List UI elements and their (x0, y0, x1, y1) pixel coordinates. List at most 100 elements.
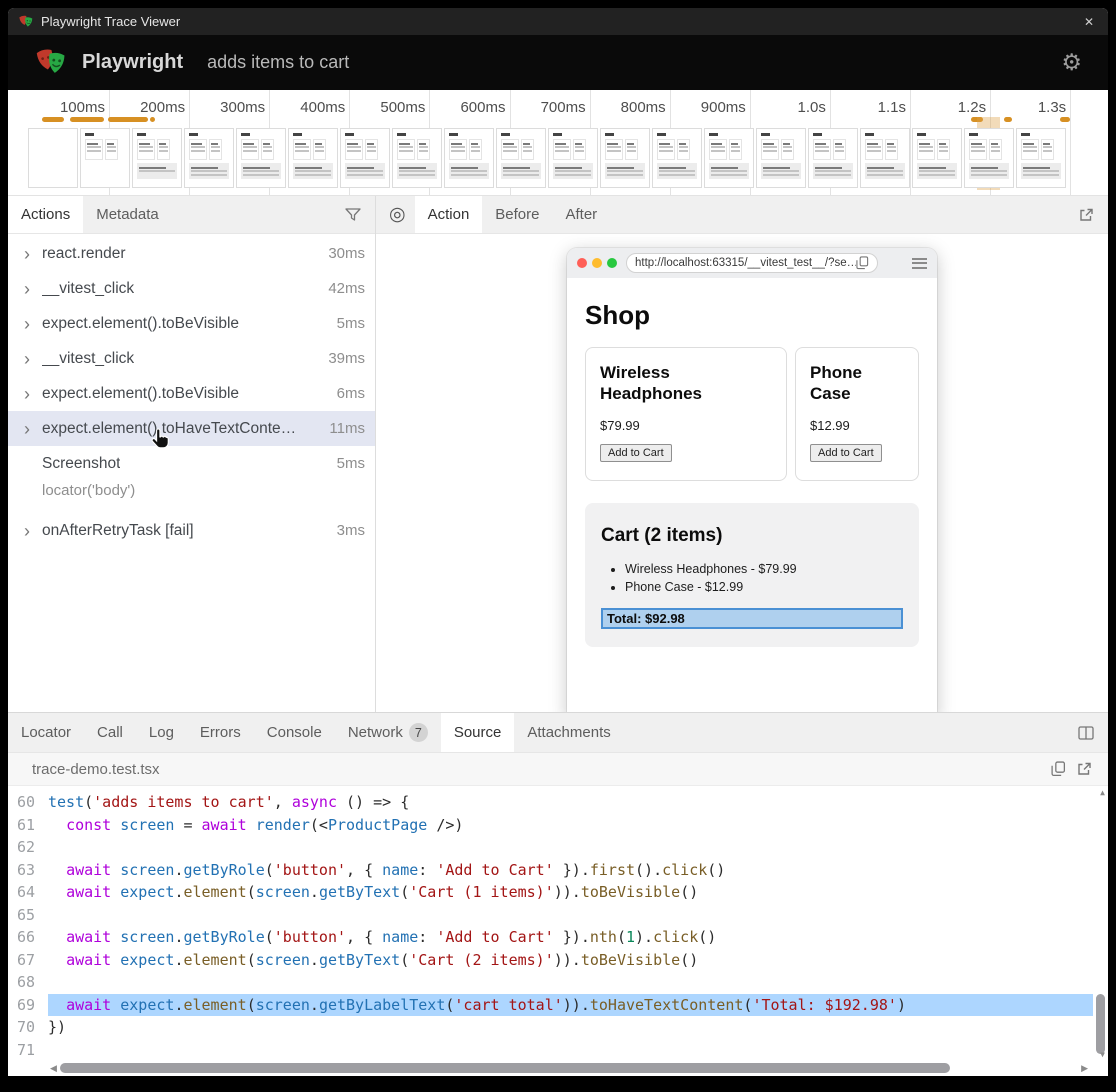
filmstrip-thumbnail[interactable] (340, 128, 390, 188)
filmstrip-thumbnail[interactable] (600, 128, 650, 188)
tab-log[interactable]: Log (136, 713, 187, 752)
filmstrip-thumbnail[interactable] (860, 128, 910, 188)
tab-errors[interactable]: Errors (187, 713, 254, 752)
timeline-duration-bar (70, 117, 104, 122)
tab-action[interactable]: Action (415, 196, 483, 233)
chevron-right-icon: › (24, 315, 40, 333)
timeline-label: 900ms (672, 99, 746, 116)
actions-list: ›react.render30ms›__vitest_click42ms›exp… (8, 234, 375, 548)
action-row-vitest-click[interactable]: ›__vitest_click42ms (8, 271, 375, 306)
tab-before-label: Before (495, 206, 539, 223)
filmstrip-thumbnail[interactable] (548, 128, 598, 188)
line-number: 66 (8, 926, 48, 949)
close-icon[interactable]: ✕ (1080, 15, 1098, 29)
filmstrip-thumbnail[interactable] (288, 128, 338, 188)
timeline-label: 1.1s (832, 99, 906, 116)
filmstrip-thumbnail[interactable] (236, 128, 286, 188)
tab-call[interactable]: Call (84, 713, 136, 752)
action-title: expect.element().toBeVisible (42, 315, 239, 333)
action-row-onafterretrytask-fail[interactable]: ›onAfterRetryTask [fail]3ms (8, 513, 375, 548)
menu-icon[interactable] (912, 258, 927, 269)
tab-before[interactable]: Before (482, 196, 552, 233)
action-row-expect-element-tobevisible[interactable]: ›expect.element().toBeVisible6ms (8, 376, 375, 411)
timeline-label: 1.2s (912, 99, 986, 116)
traffic-light-red-icon (577, 258, 587, 268)
line-number: 69 (8, 994, 48, 1017)
scroll-right-icon[interactable]: ▶ (1081, 1063, 1088, 1074)
product-name: Wireless Headphones (600, 362, 772, 405)
tab-network-label: Network (348, 724, 403, 741)
source-filebar: trace-demo.test.tsx (8, 753, 1108, 786)
action-row-screenshot[interactable]: Screenshot5ms (8, 446, 375, 481)
timeline-duration-tick (1004, 117, 1012, 122)
tab-source[interactable]: Source (441, 713, 515, 752)
tab-network[interactable]: Network7 (335, 713, 441, 752)
filmstrip-thumbnail[interactable] (80, 128, 130, 188)
tab-locator[interactable]: Locator (8, 713, 84, 752)
code-line-61: 61 const screen = await render(<ProductP… (8, 814, 1108, 837)
timeline-duration-bar (108, 117, 148, 122)
timeline-duration-bar (150, 117, 155, 122)
filmstrip-thumbnail[interactable] (184, 128, 234, 188)
tab-actions[interactable]: Actions (8, 196, 83, 233)
filmstrip-thumbnail[interactable] (496, 128, 546, 188)
tab-metadata[interactable]: Metadata (83, 196, 172, 233)
filmstrip-thumbnail[interactable] (132, 128, 182, 188)
trace-viewer-window: Playwright Trace Viewer ✕ Playwright add… (8, 8, 1108, 1076)
code-line-60: 60test('adds items to cart', async () =>… (8, 791, 1108, 814)
split-columns-icon[interactable] (1078, 725, 1094, 741)
line-number: 63 (8, 859, 48, 882)
details-panel: LocatorCall Log ErrorsConsoleNetwork7Sourc… (8, 712, 1108, 1076)
timeline-gridline (1070, 90, 1071, 195)
code-lines: 60test('adds items to cart', async () =>… (8, 791, 1108, 1061)
vertical-scrollbar[interactable]: ▲ ▼ (1093, 786, 1108, 1061)
add-to-cart-button[interactable]: Add to Cart (600, 444, 672, 462)
line-number: 65 (8, 904, 48, 927)
copy-icon[interactable] (1051, 761, 1066, 777)
horizontal-scrollbar-thumb[interactable] (60, 1063, 950, 1073)
filmstrip-thumbnail[interactable] (756, 128, 806, 188)
timeline-label: 1.0s (752, 99, 826, 116)
actions-panel: ActionsMetadata ›react.render30ms›__vite… (8, 196, 376, 712)
action-locator: locator('body') (8, 481, 375, 507)
action-row-react-render[interactable]: ›react.render30ms (8, 236, 375, 271)
details-tabs: LocatorCall Log ErrorsConsoleNetwork7Sourc… (8, 713, 624, 752)
filter-icon[interactable] (345, 208, 361, 222)
vertical-scrollbar-thumb[interactable] (1096, 994, 1105, 1054)
filmstrip-thumbnail[interactable] (912, 128, 962, 188)
filmstrip-thumbnail[interactable] (808, 128, 858, 188)
filmstrip-thumbnail[interactable] (652, 128, 702, 188)
scroll-up-icon[interactable]: ▲ (1100, 788, 1105, 797)
action-duration: 6ms (337, 385, 375, 402)
open-external-icon[interactable] (1076, 761, 1092, 777)
code-text (48, 1039, 1108, 1062)
filmstrip-thumbnail[interactable] (704, 128, 754, 188)
code-text: test('adds items to cart', async () => { (48, 791, 1108, 814)
action-row-expect-element-tobevisible[interactable]: ›expect.element().toBeVisible5ms (8, 306, 375, 341)
action-title: expect.element().toBeVisible (42, 385, 239, 403)
filmstrip-thumbnail[interactable] (392, 128, 442, 188)
action-row-vitest-click[interactable]: ›__vitest_click39ms (8, 341, 375, 376)
tab-log-label: Log (149, 724, 174, 741)
filmstrip-thumbnail[interactable] (1016, 128, 1066, 188)
filmstrip-thumbnail[interactable] (28, 128, 78, 188)
tab-console[interactable]: Console (254, 713, 335, 752)
copy-icon[interactable] (856, 256, 869, 270)
tab-attachments[interactable]: Attachments (514, 713, 623, 752)
timeline[interactable]: 100ms200ms300ms400ms500ms600ms700ms800ms… (8, 90, 1108, 196)
cart-title: Cart (2 items) (601, 525, 903, 547)
gear-icon[interactable]: ⚙ (1061, 51, 1082, 74)
target-icon[interactable]: ◎ (389, 205, 406, 224)
add-to-cart-button[interactable]: Add to Cart (810, 444, 882, 462)
product-card: Phone Case$12.99Add to Cart (795, 347, 919, 481)
popout-icon[interactable] (1078, 207, 1094, 223)
timeline-label: 100ms (31, 99, 105, 116)
app-name: Playwright (82, 51, 183, 74)
scroll-left-icon[interactable]: ◀ (50, 1063, 57, 1074)
horizontal-scrollbar[interactable]: ◀ ▶ (8, 1061, 1108, 1076)
filmstrip-thumbnail[interactable] (964, 128, 1014, 188)
tab-after[interactable]: After (553, 196, 611, 233)
scroll-down-icon[interactable]: ▼ (1100, 1050, 1105, 1059)
action-row-expect-element-tohavetextconte[interactable]: ›expect.element().toHaveTextConte…11ms (8, 411, 375, 446)
filmstrip-thumbnail[interactable] (444, 128, 494, 188)
